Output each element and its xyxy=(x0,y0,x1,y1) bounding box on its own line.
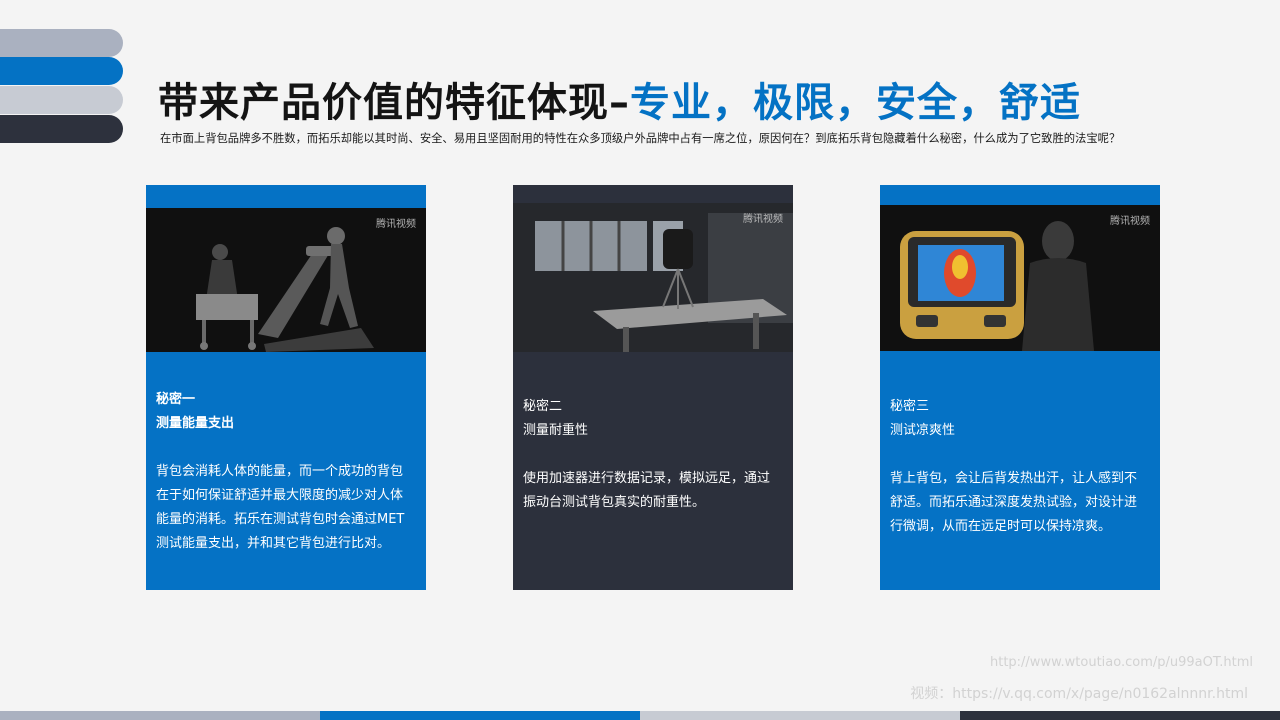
video-frame-thermal-camera[interactable]: 腾讯视频 xyxy=(880,205,1160,351)
decor-bar-blue xyxy=(0,57,123,85)
card-text-3: 秘密三 测试凉爽性 背上背包，会让后背发热出汗，让人感到不舒适。而拓乐通过深度发… xyxy=(890,395,1148,539)
tencent-video-watermark: 腾讯视频 xyxy=(743,214,783,225)
secret-card-2: 腾讯视频 秘密二 测量耐重性 使用加速器进行数据记录，模拟远足，通过振动台测试背… xyxy=(513,185,793,590)
footer-band-dark xyxy=(960,711,1280,720)
card-body: 背上背包，会让后背发热出汗，让人感到不舒适。而拓乐通过深度发热试验，对设计进行微… xyxy=(890,471,1138,534)
decor-bar-dark xyxy=(0,115,123,143)
slide-title: 带来产品价值的特征体现–专业，极限，安全，舒适 xyxy=(158,70,1081,128)
slide-title-main: 带来产品价值的特征体现– xyxy=(158,80,630,126)
card-label: 秘密三 xyxy=(890,399,930,414)
vibration-table-scene-image xyxy=(513,203,793,352)
card-body: 使用加速器进行数据记录，模拟远足，通过振动台测试背包真实的耐重性。 xyxy=(523,471,771,510)
tencent-video-watermark: 腾讯视频 xyxy=(376,219,416,230)
video-source-url[interactable]: 视频：https://v.qq.com/x/page/n0162alnnnr.h… xyxy=(910,683,1248,703)
video-frame-vibration-table[interactable]: 腾讯视频 xyxy=(513,203,793,352)
slide-subtitle: 在市面上背包品牌多不胜数，而拓乐却能以其时尚、安全、易用且坚固耐用的特性在众多顶… xyxy=(160,132,1121,145)
source-url[interactable]: http://www.wtoutiao.com/p/u99aOT.html xyxy=(990,655,1253,670)
card-heading: 测量能量支出 xyxy=(156,416,235,431)
decor-bar-gray xyxy=(0,29,123,57)
card-heading: 测量耐重性 xyxy=(523,423,589,438)
card-text-2: 秘密二 测量耐重性 使用加速器进行数据记录，模拟远足，通过振动台测试背包真实的耐… xyxy=(523,395,781,515)
tencent-video-watermark: 腾讯视频 xyxy=(1110,216,1150,227)
card-text-1: 秘密一 测量能量支出 背包会消耗人体的能量，而一个成功的背包在于如何保证舒适并最… xyxy=(156,388,414,556)
card-heading: 测试凉爽性 xyxy=(890,423,956,438)
decor-bar-light xyxy=(0,86,123,114)
footer-band-blue xyxy=(320,711,640,720)
secret-card-3: 腾讯视频 秘密三 测试凉爽性 背上背包，会让后背发热出汗，让人感到不舒适。而拓乐… xyxy=(880,185,1160,590)
card-body: 背包会消耗人体的能量，而一个成功的背包在于如何保证舒适并最大限度的减少对人体能量… xyxy=(156,464,405,551)
video-frame-treadmill[interactable]: 腾讯视频 xyxy=(146,208,426,352)
card-label: 秘密二 xyxy=(523,399,563,414)
slide-title-accent: 专业，极限，安全，舒适 xyxy=(630,80,1081,126)
footer-band-gray xyxy=(0,711,320,720)
secret-card-1: 腾讯视频 秘密一 测量能量支出 背包会消耗人体的能量，而一个成功的背包在于如何保… xyxy=(146,185,426,590)
card-label: 秘密一 xyxy=(156,392,196,407)
footer-band-light xyxy=(640,711,960,720)
